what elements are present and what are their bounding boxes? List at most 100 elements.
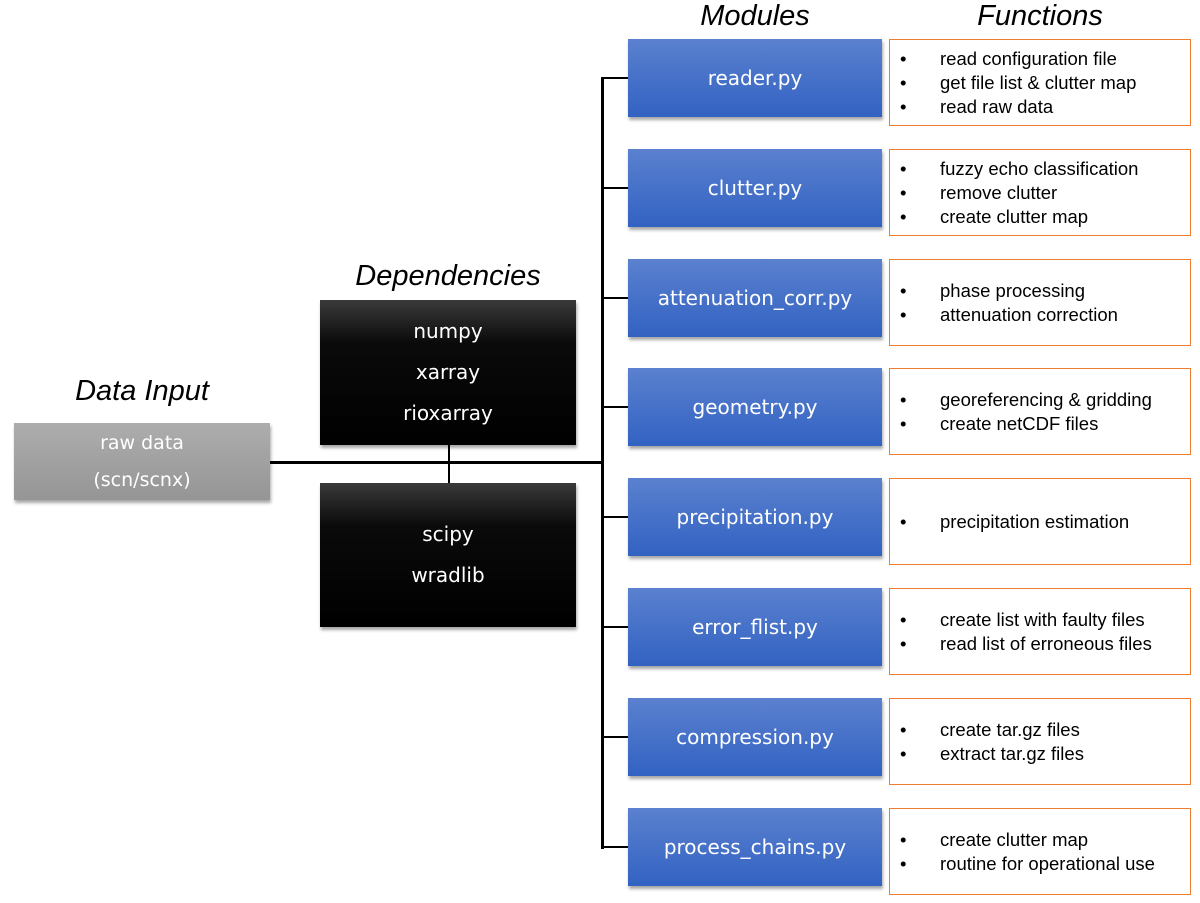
dependency-box: scipy wradlib [320,483,576,627]
modules-heading: Modules [700,0,810,32]
function-item: • read configuration file [890,47,1190,71]
function-item: • create list with faulty files [890,608,1190,632]
module-name: precipitation.py [676,505,834,529]
dependency-box: numpy xarray rioxarray [320,300,576,445]
function-item: • georeferencing & gridding [890,388,1190,412]
dependencies-heading: Dependencies [355,260,541,292]
function-text: read raw data [940,95,1054,117]
module-box: clutter.py [628,149,882,227]
module-box: compression.py [628,698,882,776]
module-branch-line [601,516,628,518]
data-input-heading: Data Input [75,375,209,407]
function-box: • create tar.gz files • extract tar.gz file… [889,698,1191,785]
module-branch-line [601,297,628,299]
dependency-item: scipy [422,522,474,546]
bullet-icon: • [900,303,907,325]
dependency-item: wradlib [411,563,485,587]
function-text: precipitation estimation [940,510,1130,532]
function-text: attenuation correction [940,303,1118,325]
module-box: error_flist.py [628,588,882,666]
bullet-icon: • [900,47,907,69]
bullet-icon: • [900,510,907,532]
module-name: geometry.py [692,395,818,419]
dependency-item: rioxarray [403,401,493,425]
module-name: error_flist.py [692,615,818,639]
bullet-icon: • [900,412,907,434]
module-name: compression.py [676,725,834,749]
function-box: • georeferencing & gridding • create netCDF… [889,368,1191,455]
function-text: create list with faulty files [940,608,1145,630]
data-input-line: raw data [100,431,184,454]
function-text: fuzzy echo classification [940,157,1139,179]
bullet-icon: • [900,205,907,227]
function-item: • remove clutter [890,181,1190,205]
function-item: • attenuation correction [890,303,1190,327]
bullet-icon: • [900,95,907,117]
function-text: get file list & clutter map [940,71,1137,93]
function-item: • routine for operational use [890,852,1190,876]
function-item: • fuzzy echo classification [890,157,1190,181]
module-branch-line [601,736,628,738]
function-item: • create tar.gz files [890,718,1190,742]
function-item: • create clutter map [890,205,1190,229]
bullet-icon: • [900,279,907,301]
module-name: reader.py [707,66,803,90]
bullet-icon: • [900,388,907,410]
data-input-box: raw data (scn/scnx) [14,423,270,500]
bullet-icon: • [900,828,907,850]
module-box: attenuation_corr.py [628,259,882,337]
bullet-icon: • [900,71,907,93]
function-text: create clutter map [940,828,1089,850]
function-box: • create clutter map • routine for operatio… [889,808,1191,895]
dependency-connector-line [448,445,450,483]
module-name: clutter.py [707,176,803,200]
function-text: create tar.gz files [940,718,1080,740]
function-item: • precipitation estimation [890,510,1190,534]
function-text: georeferencing & gridding [940,388,1152,410]
function-item: • read raw data [890,95,1190,119]
function-text: create netCDF files [940,412,1099,434]
module-box: precipitation.py [628,478,882,556]
function-item: • get file list & clutter map [890,71,1190,95]
function-item: • create netCDF files [890,412,1190,436]
bullet-icon: • [900,632,907,654]
functions-heading: Functions [977,0,1103,32]
function-box: • phase processing • attenuation correction [889,259,1191,346]
function-box: • read configuration file • get file list &… [889,39,1191,126]
module-branch-line [601,77,628,79]
dependency-item: numpy [413,319,483,343]
bullet-icon: • [900,852,907,874]
bullet-icon: • [900,181,907,203]
bullet-icon: • [900,157,907,179]
data-input-line: (scn/scnx) [93,468,191,491]
function-text: read configuration file [940,47,1117,69]
module-box: process_chains.py [628,808,882,886]
function-item: • read list of erroneous files [890,632,1190,656]
function-text: phase processing [940,279,1086,301]
module-branch-line [601,187,628,189]
function-text: extract tar.gz files [940,742,1084,764]
function-text: create clutter map [940,205,1089,227]
dependency-item: xarray [415,360,481,384]
function-box: • fuzzy echo classification • remove clutte… [889,149,1191,236]
module-trunk-line [601,77,604,849]
bullet-icon: • [900,718,907,740]
input-connector-line [270,461,603,464]
function-item: • phase processing [890,279,1190,303]
function-text: routine for operational use [940,852,1155,874]
bullet-icon: • [900,608,907,630]
function-box: • precipitation estimation [889,478,1191,565]
bullet-icon: • [900,742,907,764]
function-box: • create list with faulty files • read list… [889,588,1191,675]
function-item: • create clutter map [890,828,1190,852]
module-name: attenuation_corr.py [657,286,853,310]
function-item: • extract tar.gz files [890,742,1190,766]
module-branch-line [601,846,628,848]
module-branch-line [601,626,628,628]
module-name: process_chains.py [663,835,847,859]
function-text: read list of erroneous files [940,632,1152,654]
function-text: remove clutter [940,181,1058,203]
module-box: reader.py [628,39,882,117]
module-box: geometry.py [628,368,882,446]
module-branch-line [601,406,628,408]
